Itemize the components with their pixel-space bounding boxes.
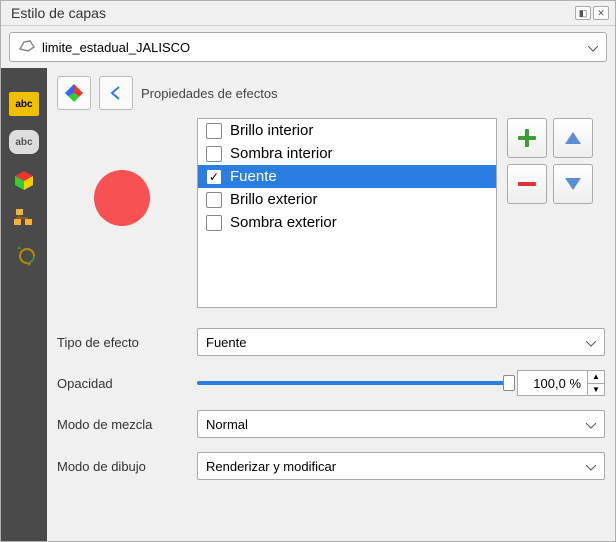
diagrams-tab[interactable] — [9, 206, 39, 230]
opacity-label: Opacidad — [57, 376, 187, 391]
effect-item-0[interactable]: Brillo interior — [198, 119, 496, 142]
chevron-down-icon — [586, 335, 596, 350]
undock-button[interactable]: ◧ — [575, 6, 591, 20]
add-effect-button[interactable] — [507, 118, 547, 158]
effect-checkbox[interactable] — [206, 192, 222, 208]
window-buttons: ◧ ✕ — [575, 6, 609, 20]
move-down-button[interactable] — [553, 164, 593, 204]
opacity-spinbox[interactable]: ▲ ▼ — [517, 370, 605, 396]
triangle-down-icon — [564, 177, 582, 191]
effect-item-4[interactable]: Sombra exterior — [198, 211, 496, 234]
blend-mode-value: Normal — [206, 417, 248, 432]
effect-item-label: Brillo interior — [230, 122, 313, 139]
effect-item-3[interactable]: Brillo exterior — [198, 188, 496, 211]
layer-name: limite_estadual_JALISCO — [42, 40, 190, 55]
draw-mode-value: Renderizar y modificar — [206, 459, 336, 474]
effect-type-select[interactable]: Fuente — [197, 328, 605, 356]
effect-item-2[interactable]: ✓ Fuente — [198, 165, 496, 188]
history-tab[interactable] — [9, 244, 39, 268]
minus-icon — [518, 179, 536, 189]
chevron-left-icon — [108, 85, 124, 101]
effects-list[interactable]: Brillo interior Sombra interior ✓ Fuente Bri… — [197, 118, 497, 308]
remove-effect-button[interactable] — [507, 164, 547, 204]
preview-circle — [94, 170, 150, 226]
effect-item-label: Sombra exterior — [230, 214, 337, 231]
labeling-tab-abc-grey[interactable]: abc — [9, 130, 39, 154]
chevron-down-icon — [588, 40, 598, 55]
close-window-button[interactable]: ✕ — [593, 6, 609, 20]
layer-selector-row: limite_estadual_JALISCO — [1, 26, 615, 68]
opacity-slider[interactable] — [197, 374, 509, 392]
body: abc abc — [1, 68, 615, 541]
polygon-layer-icon — [18, 39, 36, 56]
chevron-down-icon — [586, 459, 596, 474]
left-toolbar: abc abc — [1, 68, 47, 541]
layer-styling-panel: Estilo de capas ◧ ✕ limite_estadual_JALI… — [0, 0, 616, 542]
paint-brush-icon — [65, 84, 83, 102]
effect-form: Tipo de efecto Fuente Opacidad — [57, 328, 605, 480]
draw-label: Modo de dibujo — [57, 459, 187, 474]
opacity-step-up[interactable]: ▲ — [587, 370, 605, 383]
effects-header-row: Propiedades de efectos — [57, 76, 605, 110]
opacity-control: ▲ ▼ — [197, 370, 605, 396]
chevron-down-icon — [586, 417, 596, 432]
layer-selector[interactable]: limite_estadual_JALISCO — [9, 32, 607, 62]
effect-checkbox[interactable] — [206, 146, 222, 162]
effect-checkbox[interactable] — [206, 215, 222, 231]
effect-checkbox[interactable]: ✓ — [206, 169, 222, 185]
window-title: Estilo de capas — [11, 5, 106, 21]
back-button[interactable] — [99, 76, 133, 110]
effects-side-buttons — [507, 118, 593, 204]
opacity-step-down[interactable]: ▼ — [587, 383, 605, 397]
effect-checkbox[interactable] — [206, 123, 222, 139]
properties-caption: Propiedades de efectos — [141, 86, 278, 101]
effect-preview — [57, 118, 187, 278]
titlebar: Estilo de capas ◧ ✕ — [1, 1, 615, 26]
move-up-button[interactable] — [553, 118, 593, 158]
main-area: Propiedades de efectos Brillo interior So… — [47, 68, 615, 541]
effect-type-value: Fuente — [206, 335, 246, 350]
effect-item-label: Sombra interior — [230, 145, 333, 162]
blend-label: Modo de mezcla — [57, 417, 187, 432]
labeling-tab-abc-yellow[interactable]: abc — [9, 92, 39, 116]
effect-item-1[interactable]: Sombra interior — [198, 142, 496, 165]
triangle-up-icon — [564, 131, 582, 145]
draw-mode-select[interactable]: Renderizar y modificar — [197, 452, 605, 480]
style-brush-button[interactable] — [57, 76, 91, 110]
effect-item-label: Brillo exterior — [230, 191, 318, 208]
blend-mode-select[interactable]: Normal — [197, 410, 605, 438]
plus-icon — [518, 129, 536, 147]
effects-row: Brillo interior Sombra interior ✓ Fuente Bri… — [57, 118, 605, 308]
opacity-input[interactable] — [517, 370, 587, 396]
type-label: Tipo de efecto — [57, 335, 187, 350]
effect-item-label: Fuente — [230, 168, 277, 185]
3d-view-tab[interactable] — [9, 168, 39, 192]
